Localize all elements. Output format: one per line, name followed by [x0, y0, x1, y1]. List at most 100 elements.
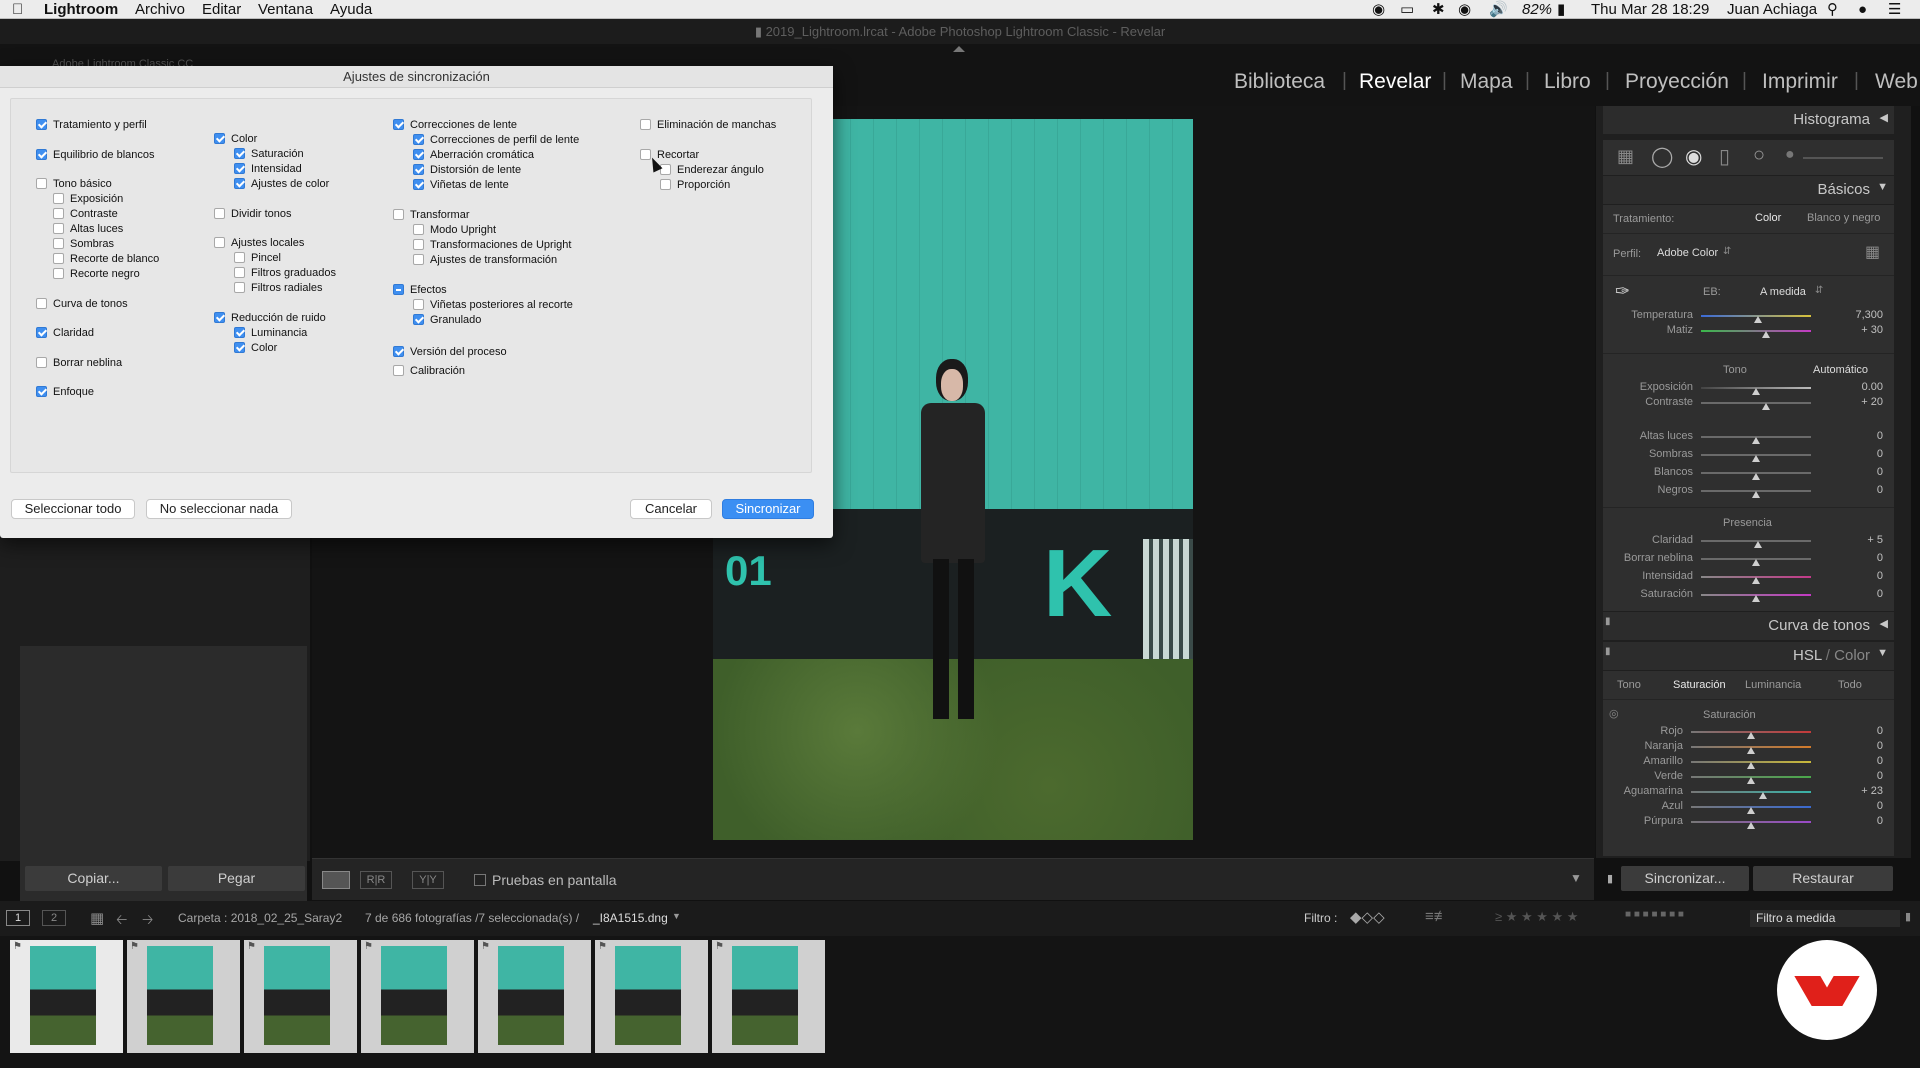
checkbox[interactable] — [393, 345, 404, 357]
expand-down-icon[interactable]: ▼ — [1877, 181, 1888, 193]
flag-icon[interactable]: ⚑ — [364, 941, 373, 952]
tint-value[interactable]: + 30 — [1843, 324, 1883, 336]
sync-option-col3-2[interactable]: Aberración cromática — [413, 148, 534, 162]
contrast-slider[interactable] — [1701, 402, 1811, 404]
hsl-knob[interactable] — [1747, 732, 1755, 739]
temperature-knob[interactable] — [1754, 316, 1763, 323]
proof-checkbox[interactable] — [474, 874, 486, 886]
checkbox[interactable] — [36, 118, 47, 130]
paste-button[interactable]: Pegar — [168, 866, 305, 891]
checkbox[interactable] — [36, 297, 47, 309]
tone-curve-header[interactable]: ▮ Curva de tonos ◀ — [1603, 612, 1894, 640]
checkbox[interactable] — [413, 223, 424, 235]
histogram-header[interactable]: Histograma ◀ — [1603, 106, 1894, 134]
module-web[interactable]: Web — [1875, 70, 1918, 94]
module-revelar[interactable]: Revelar — [1359, 70, 1431, 94]
filmstrip-thumbnail[interactable]: ⚑ — [244, 940, 357, 1053]
flag-filter-icon[interactable]: ◆◇◇ — [1350, 908, 1385, 926]
hsl-title[interactable]: HSL — [1793, 647, 1822, 664]
sync-option-col1-10[interactable]: Claridad — [36, 326, 94, 340]
sync-option-col2-4[interactable]: Dividir tonos — [214, 207, 292, 221]
blacks-knob[interactable] — [1752, 491, 1760, 498]
profile-value[interactable]: Adobe Color — [1657, 247, 1718, 259]
sync-option-col1-11[interactable]: Borrar neblina — [36, 356, 122, 370]
sync-option-col3-5[interactable]: Transformar — [393, 208, 470, 222]
sync-option-col1-7[interactable]: Recorte de blanco — [53, 252, 159, 266]
sync-option-col3-11[interactable]: Granulado — [413, 313, 481, 327]
menu-app[interactable]: Lightroom — [44, 0, 118, 19]
forward-arrow-icon[interactable]: 🡢 — [142, 909, 153, 933]
checkbox[interactable] — [413, 178, 424, 190]
color-filter-icon[interactable]: ■ ■ ■ ■ ■ ■ ■ — [1625, 909, 1684, 920]
shadows-value[interactable]: 0 — [1843, 448, 1883, 460]
user-name[interactable]: Juan Achiaga — [1727, 0, 1817, 19]
file-name[interactable]: _I8A1515.dng — [593, 911, 668, 925]
flag-icon[interactable]: ⚑ — [481, 941, 490, 952]
select-all-button[interactable]: Seleccionar todo — [11, 499, 135, 519]
dehaze-knob[interactable] — [1752, 559, 1760, 566]
loupe-view-icon[interactable] — [322, 871, 350, 889]
view-1-button[interactable]: 1 — [6, 910, 30, 926]
tint-knob[interactable] — [1761, 331, 1770, 338]
checkbox[interactable] — [36, 356, 47, 368]
whites-value[interactable]: 0 — [1843, 466, 1883, 478]
sync-option-col3-4[interactable]: Viñetas de lente — [413, 178, 509, 192]
blacks-value[interactable]: 0 — [1843, 484, 1883, 496]
sync-option-col3-6[interactable]: Modo Upright — [413, 223, 496, 237]
checkbox[interactable] — [413, 313, 424, 325]
menu-editar[interactable]: Editar — [202, 0, 241, 19]
before-after-icon[interactable]: R|R — [360, 871, 392, 889]
toolbar-menu-icon[interactable]: ▼ — [1570, 871, 1582, 885]
checkbox[interactable] — [214, 311, 225, 323]
eyedropper-icon[interactable]: ✑ — [1615, 281, 1639, 305]
hsl-value[interactable]: 0 — [1843, 770, 1883, 782]
sync-toggle-icon[interactable]: ▮ — [1607, 872, 1613, 885]
hsl-value[interactable]: 0 — [1843, 725, 1883, 737]
highlights-value[interactable]: 0 — [1843, 430, 1883, 442]
sync-option-col4-3[interactable]: Proporción — [660, 178, 730, 192]
auto-button[interactable]: Automático — [1813, 364, 1868, 376]
list-icon[interactable]: ☰ — [1888, 0, 1901, 19]
module-mapa[interactable]: Mapa — [1460, 70, 1513, 94]
top-panel-toggle-icon[interactable] — [953, 46, 965, 52]
sync-option-col3-9[interactable]: Efectos — [393, 283, 447, 297]
checkbox[interactable] — [234, 177, 245, 189]
checkbox[interactable] — [393, 283, 404, 295]
filmstrip-thumbnail[interactable]: ⚑ — [712, 940, 825, 1053]
hsl-value[interactable]: 0 — [1843, 800, 1883, 812]
checkbox[interactable] — [413, 253, 424, 265]
sync-option-col3-7[interactable]: Transformaciones de Upright — [413, 238, 571, 252]
profile-browser-icon[interactable]: ▦ — [1865, 242, 1880, 262]
synchronize-button[interactable]: Sincronizar — [722, 499, 814, 519]
exposure-knob[interactable] — [1752, 388, 1760, 395]
checkbox[interactable] — [413, 298, 424, 310]
hsl-value[interactable]: 0 — [1843, 755, 1883, 767]
sync-option-col2-10[interactable]: Luminancia — [234, 326, 307, 340]
checkbox[interactable] — [234, 266, 245, 278]
sync-option-col2-5[interactable]: Ajustes locales — [214, 236, 304, 250]
sync-option-col1-1[interactable]: Equilibrio de blancos — [36, 148, 155, 162]
hsl-knob[interactable] — [1759, 792, 1767, 799]
brush-size-slider[interactable] — [1803, 157, 1883, 159]
tint-slider[interactable] — [1701, 330, 1811, 332]
checkbox[interactable] — [413, 238, 424, 250]
panel-toggle-icon[interactable]: ▮ — [1605, 616, 1611, 627]
flag-icon[interactable]: ⚑ — [13, 941, 22, 952]
sync-option-col4-0[interactable]: Eliminación de manchas — [640, 118, 776, 132]
radial-filter-icon[interactable]: ○ — [1753, 144, 1765, 167]
hsl-knob[interactable] — [1747, 822, 1755, 829]
highlights-knob[interactable] — [1752, 437, 1760, 444]
shadows-knob[interactable] — [1752, 455, 1760, 462]
flag-icon[interactable]: ⚑ — [247, 941, 256, 952]
sync-option-col3-10[interactable]: Viñetas posteriores al recorte — [413, 298, 573, 312]
checkbox[interactable] — [393, 364, 404, 376]
sync-option-col1-2[interactable]: Tono básico — [36, 177, 112, 191]
sync-option-col3-12[interactable]: Versión del proceso — [393, 345, 507, 359]
module-biblioteca[interactable]: Biblioteca — [1234, 70, 1325, 94]
treatment-bw[interactable]: Blanco y negro — [1807, 212, 1880, 224]
hsl-tab-luminancia[interactable]: Luminancia — [1745, 679, 1801, 691]
temperature-value[interactable]: 7,300 — [1843, 309, 1883, 321]
hsl-tab-todo[interactable]: Todo — [1838, 679, 1862, 691]
sync-option-col2-8[interactable]: Filtros radiales — [234, 281, 323, 295]
sync-option-col2-0[interactable]: Color — [214, 132, 257, 146]
